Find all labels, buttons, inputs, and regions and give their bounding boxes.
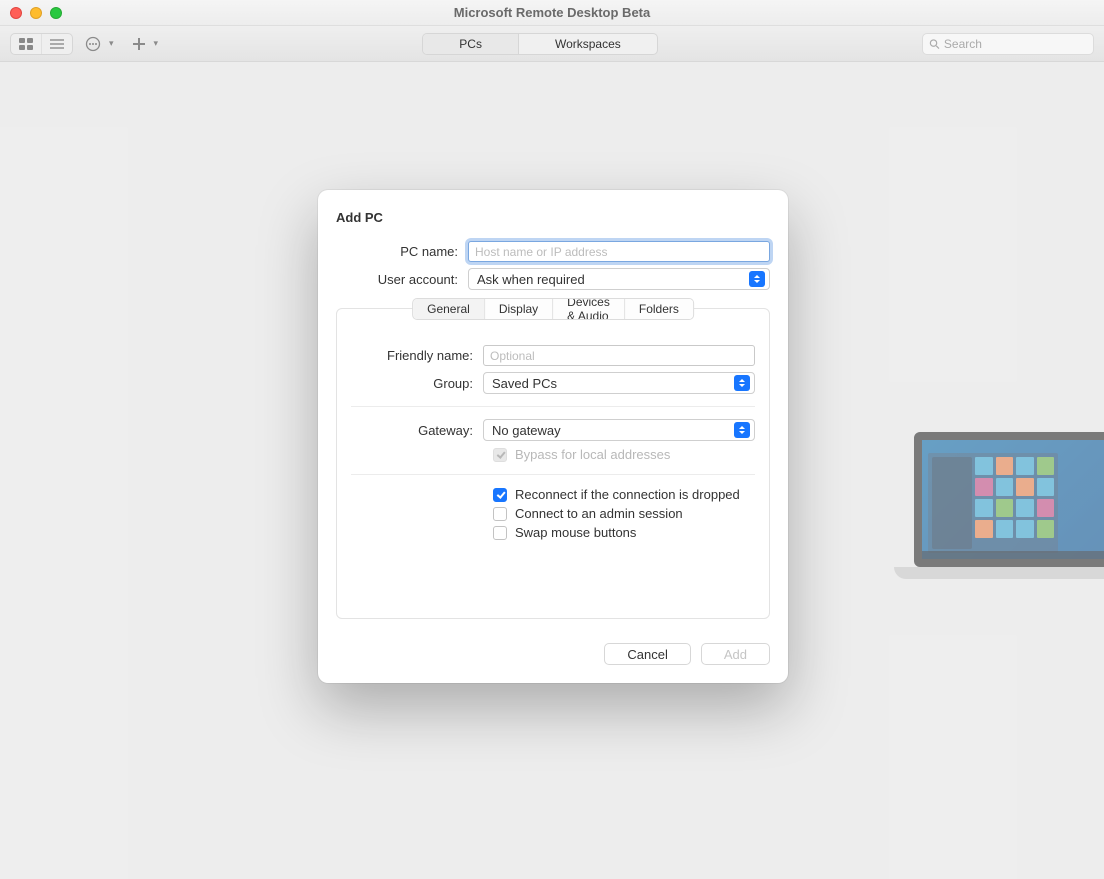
- admin-checkbox-row[interactable]: Connect to an admin session: [493, 506, 755, 521]
- tab-pcs[interactable]: PCs: [423, 34, 518, 54]
- friendly-name-input[interactable]: [483, 345, 755, 366]
- swap-checkbox[interactable]: [493, 526, 507, 540]
- bypass-checkbox-row: Bypass for local addresses: [493, 447, 755, 462]
- window-title: Microsoft Remote Desktop Beta: [0, 5, 1104, 20]
- user-account-label: User account:: [336, 272, 468, 287]
- popup-arrows-icon: [734, 375, 750, 391]
- add-button[interactable]: Add: [701, 643, 770, 665]
- gateway-popup[interactable]: No gateway: [483, 419, 755, 441]
- bypass-checkbox: [493, 448, 507, 462]
- swap-checkbox-row[interactable]: Swap mouse buttons: [493, 525, 755, 540]
- cancel-button[interactable]: Cancel: [604, 643, 690, 665]
- pc-name-label: PC name:: [336, 244, 468, 259]
- search-icon: [929, 38, 940, 50]
- titlebar: Microsoft Remote Desktop Beta: [0, 0, 1104, 26]
- friendly-name-label: Friendly name:: [351, 348, 483, 363]
- plus-icon: [132, 37, 146, 51]
- list-icon: [50, 38, 64, 50]
- bypass-label: Bypass for local addresses: [515, 447, 670, 462]
- user-account-popup[interactable]: Ask when required: [468, 268, 770, 290]
- popup-arrows-icon: [749, 271, 765, 287]
- ellipsis-circle-icon: [85, 36, 101, 52]
- tab-display[interactable]: Display: [484, 299, 552, 319]
- main-tabs: PCs Workspaces: [422, 33, 657, 55]
- admin-checkbox[interactable]: [493, 507, 507, 521]
- view-segment: [10, 33, 73, 55]
- reconnect-checkbox[interactable]: [493, 488, 507, 502]
- add-dropdown[interactable]: ▾: [132, 37, 159, 51]
- divider: [351, 406, 755, 407]
- gateway-value: No gateway: [492, 423, 561, 438]
- tab-general[interactable]: General: [413, 299, 484, 319]
- swap-label: Swap mouse buttons: [515, 525, 636, 540]
- user-account-value: Ask when required: [477, 272, 585, 287]
- dialog-title: Add PC: [336, 210, 770, 225]
- popup-arrows-icon: [734, 422, 750, 438]
- settings-tabs: General Display Devices & Audio Folders: [412, 298, 694, 320]
- list-view-button[interactable]: [41, 34, 72, 54]
- toolbar: ▾ ▾ PCs Workspaces: [0, 26, 1104, 62]
- group-label: Group:: [351, 376, 483, 391]
- group-value: Saved PCs: [492, 376, 557, 391]
- grid-icon: [19, 38, 33, 50]
- settings-tabwell: General Display Devices & Audio Folders …: [336, 308, 770, 619]
- options-dropdown[interactable]: ▾: [85, 36, 114, 52]
- add-pc-dialog: Add PC PC name: User account: Ask when r…: [318, 190, 788, 683]
- reconnect-label: Reconnect if the connection is dropped: [515, 487, 740, 502]
- admin-label: Connect to an admin session: [515, 506, 683, 521]
- divider: [351, 474, 755, 475]
- reconnect-checkbox-row[interactable]: Reconnect if the connection is dropped: [493, 487, 755, 502]
- tab-devices-audio[interactable]: Devices & Audio: [552, 299, 624, 319]
- pc-name-input[interactable]: [468, 241, 770, 262]
- search-field[interactable]: [922, 33, 1094, 55]
- tab-workspaces[interactable]: Workspaces: [518, 34, 657, 54]
- dialog-footer: Cancel Add: [336, 643, 770, 665]
- grid-view-button[interactable]: [11, 34, 41, 54]
- group-popup[interactable]: Saved PCs: [483, 372, 755, 394]
- tab-folders[interactable]: Folders: [624, 299, 693, 319]
- gateway-label: Gateway:: [351, 423, 483, 438]
- search-input[interactable]: [944, 37, 1087, 51]
